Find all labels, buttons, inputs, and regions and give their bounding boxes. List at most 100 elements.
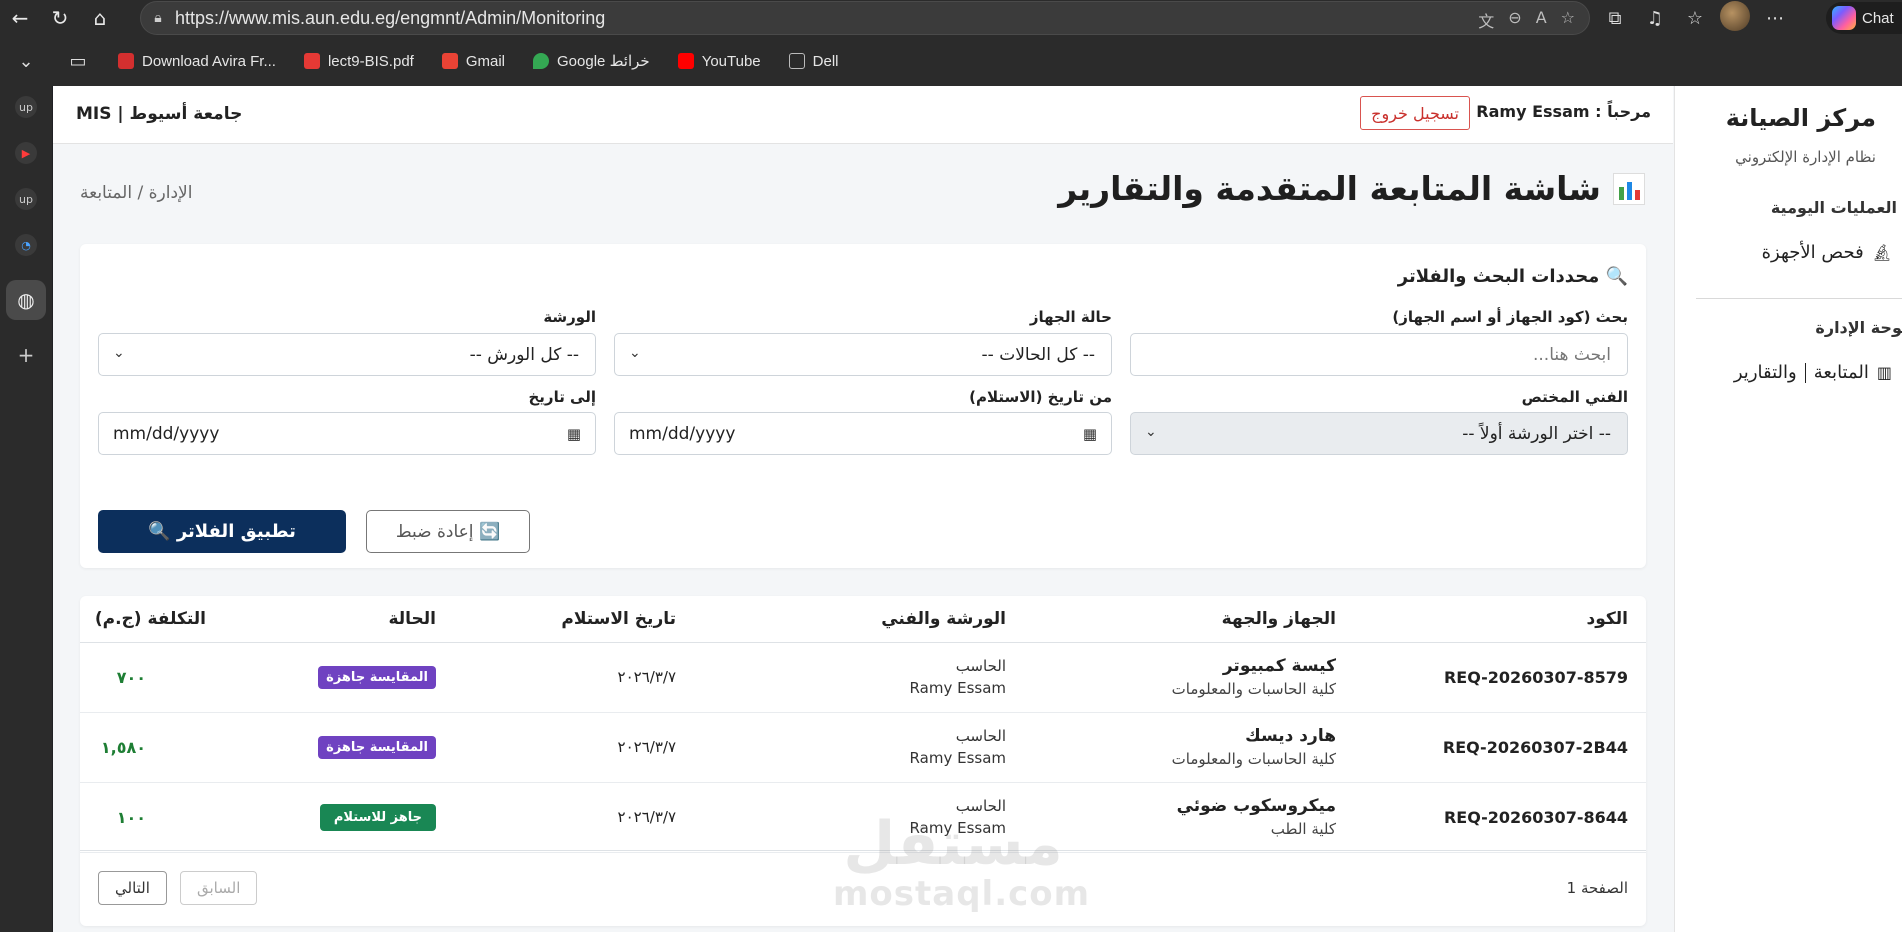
browser-sidebar: up ▶ up ◔ ◍ + [0, 86, 52, 932]
row-workshop: الحاسب Ramy Essam [686, 712, 1016, 783]
pagination: الصفحة 1 التالي السابق [80, 850, 1646, 926]
microscope-icon: 🔬︎ [1871, 243, 1892, 262]
media-icon[interactable]: ♫ [1640, 8, 1670, 29]
calendar-icon[interactable]: ▦ [1083, 425, 1097, 443]
results-card: الكود الجهاز والجهة الورشة والفني تاريخ … [80, 596, 1646, 926]
tab-actions-icon[interactable]: ⌄ [0, 51, 52, 72]
technician-name: Ramy Essam [909, 749, 1006, 767]
workshop-name: الحاسب [955, 727, 1006, 745]
chevron-down-icon: ⌄ [629, 345, 641, 361]
maps-pin-icon [533, 53, 550, 69]
row-status: المقايسة جاهزة [216, 642, 446, 713]
search-input[interactable]: ابحث هنا... [1130, 333, 1628, 376]
upwork-icon[interactable]: up [15, 96, 37, 118]
col-cost: التكلفة (ج.م) [80, 596, 216, 643]
globe-icon[interactable]: ◍ [6, 280, 46, 320]
bookmark-gmail[interactable]: Gmail [441, 53, 505, 70]
col-device: الجهاز والجهة [1016, 596, 1346, 643]
table-header-row: الكود الجهاز والجهة الورشة والفني تاريخ … [80, 596, 1646, 643]
table-row[interactable]: REQ-20260307-2B44 هارد ديسك كلية الحاسبات… [80, 712, 1646, 783]
device-dept: كلية الحاسبات والمعلومات [1171, 680, 1336, 698]
status-badge: جاهز للاستلام [319, 803, 436, 831]
bookmark-youtube[interactable]: YouTube [677, 53, 761, 70]
row-date: ٢٠٢٦/٣/٧ [446, 782, 686, 853]
pdf-icon [303, 53, 320, 69]
web-page: جامعة أسيوط | MIS تسجيل خروج مرحباً : Ra… [53, 86, 1902, 932]
bookmark-maps[interactable]: Google خرائط [533, 52, 650, 70]
address-bar[interactable]: 🔒︎ https://www.mis.aun.edu.eg/engmnt/Adm… [140, 1, 1590, 35]
translate-icon[interactable]: 文 [1478, 8, 1494, 32]
table-row[interactable]: REQ-20260307-8644 ميكروسكوب ضوئي كلية الط… [80, 782, 1646, 853]
favorite-star-icon[interactable]: ☆ [1561, 8, 1575, 32]
address-url[interactable]: https://www.mis.aun.edu.eg/engmnt/Admin/… [175, 8, 605, 29]
prev-page-button[interactable]: السابق [180, 871, 258, 905]
sidebar-item-monitoring[interactable]: ▥ المتابعة والتقارير [1734, 362, 1892, 383]
bookmark-dell[interactable]: Dell [788, 53, 839, 70]
read-aloud-icon[interactable]: A [1536, 8, 1547, 32]
to-date-label: إلى تاريخ [528, 388, 596, 406]
search-label: بحث (كود الجهاز أو اسم الجهاز) [1392, 308, 1628, 326]
browser-tools: ⧉ ♫ ☆ ⋯ [1600, 0, 1790, 36]
upwork-icon[interactable]: up [15, 188, 37, 210]
calendar-icon[interactable]: ▦ [567, 425, 581, 443]
bookmarks-bar: ⌄ ▭ Download Avira Fr... lect9-BIS.pdf G… [0, 36, 1902, 86]
next-page-button[interactable]: التالي [98, 871, 167, 905]
address-bar-actions: 文 ⊖ A ☆ [1478, 8, 1575, 32]
copilot-label: Chat [1862, 9, 1894, 27]
reload-icon[interactable]: ↻ [40, 0, 80, 36]
technician-select[interactable]: -- اختر الورشة أولاً -- ⌄ [1130, 412, 1628, 455]
sidebar-section-daily: العمليات اليومية [1770, 198, 1897, 217]
bookmark-avira[interactable]: Download Avira Fr... [118, 53, 276, 70]
favorites-icon[interactable]: ☆ [1680, 8, 1710, 29]
sidebar-subtitle: نظام الإدارة الإلكتروني [1735, 148, 1876, 166]
lock-icon: 🔒︎ [154, 10, 162, 26]
add-icon[interactable]: + [15, 343, 37, 367]
row-cost-cell: ٧٠٠ [80, 642, 216, 713]
status-badge: المقايسة جاهزة [318, 665, 436, 689]
home-icon[interactable]: ⌂ [80, 0, 120, 36]
from-date-input[interactable]: mm/dd/yyyy ▦ [614, 412, 1112, 455]
sidebar-title: مركز الصيانة [1725, 104, 1876, 132]
page-title: شاشة المتابعة المتقدمة والتقارير [1058, 169, 1645, 208]
youtube-icon[interactable]: ▶ [15, 142, 37, 164]
col-workshop: الورشة والفني [686, 596, 1016, 643]
sidebar-item-label: فحص الأجهزة [1761, 242, 1864, 263]
sidebar-item-inspection[interactable]: 🔬︎ فحص الأجهزة [1762, 242, 1892, 263]
device-name: كيسة كمبيوتر [1222, 656, 1336, 676]
row-device: هارد ديسك كلية الحاسبات والمعلومات [1016, 712, 1346, 783]
zoom-icon[interactable]: ⊖ [1508, 8, 1521, 32]
gmail-icon [441, 53, 458, 69]
row-cost-cell: ١٠٠ [80, 782, 216, 853]
app-header: جامعة أسيوط | MIS تسجيل خروج مرحباً : Ra… [53, 86, 1673, 144]
filters-title: 🔍 محددات البحث والفلاتر [1397, 266, 1628, 287]
reset-filters-button[interactable]: 🔄 إعادة ضبط [366, 510, 530, 553]
technician-name: Ramy Essam [909, 819, 1006, 837]
page-number: الصفحة 1 [1566, 879, 1628, 897]
sidebar-item-label: المتابعة [1813, 362, 1869, 383]
logout-button[interactable]: تسجيل خروج [1360, 96, 1470, 130]
app-icon[interactable]: ◔ [15, 234, 37, 256]
status-label: حالة الجهاز [1029, 308, 1112, 326]
status-select[interactable]: -- كل الحالات -- ⌄ [614, 333, 1112, 376]
apply-filters-button[interactable]: تطبيق الفلاتر 🔍 [98, 510, 346, 553]
chart-icon: ▥ [1876, 363, 1892, 382]
extensions-icon[interactable]: ⧉ [1600, 8, 1630, 29]
copilot-button[interactable]: Chat [1826, 2, 1902, 34]
workshop-select[interactable]: -- كل الورش -- ⌄ [98, 333, 596, 376]
more-menu-icon[interactable]: ⋯ [1760, 8, 1790, 29]
back-icon[interactable]: ← [0, 0, 40, 36]
status-badge: المقايسة جاهزة [318, 735, 436, 759]
row-workshop: الحاسب Ramy Essam [686, 642, 1016, 713]
main-content: جامعة أسيوط | MIS تسجيل خروج مرحباً : Ra… [53, 86, 1673, 932]
profile-avatar[interactable] [1720, 0, 1750, 36]
filters-card: 🔍 محددات البحث والفلاتر بحث (كود الجهاز … [80, 244, 1646, 568]
collections-icon[interactable]: ▭ [52, 51, 104, 72]
row-status: المقايسة جاهزة [216, 712, 446, 783]
technician-select-value: -- اختر الورشة أولاً -- [1462, 423, 1611, 444]
avira-icon [118, 53, 134, 69]
table-row[interactable]: REQ-20260307-8579 كيسة كمبيوتر كلية الحاس… [80, 642, 1646, 713]
to-date-input[interactable]: mm/dd/yyyy ▦ [98, 412, 596, 455]
bookmark-pdf[interactable]: lect9-BIS.pdf [303, 53, 414, 70]
device-name: ميكروسكوب ضوئي [1176, 796, 1336, 816]
col-status: الحالة [216, 596, 446, 643]
